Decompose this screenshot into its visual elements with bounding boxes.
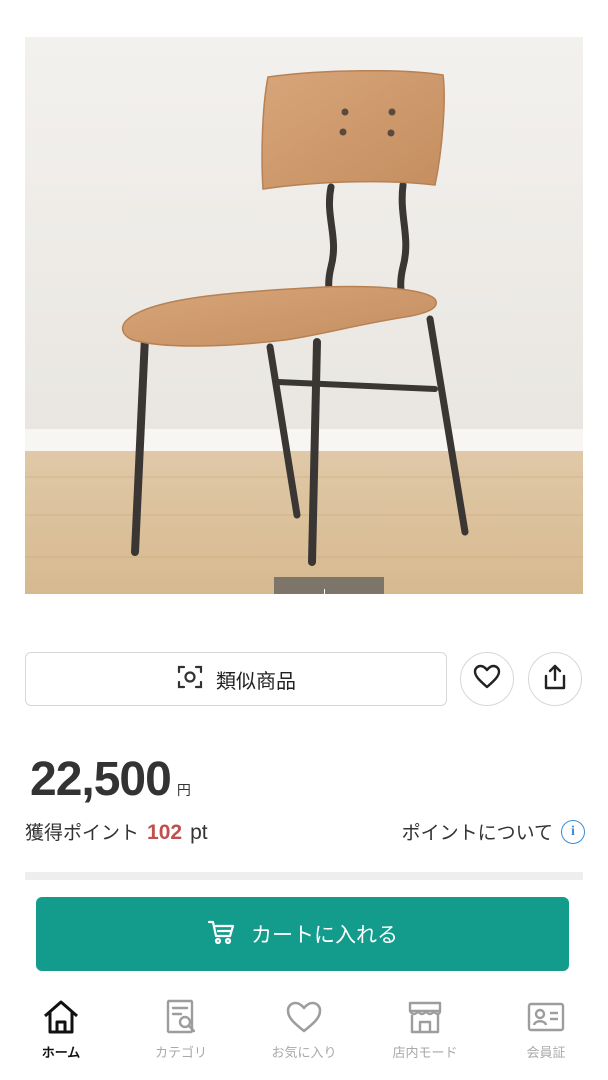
tab-store-mode[interactable]: 店内モード (370, 998, 480, 1070)
home-icon (44, 1000, 78, 1034)
section-divider (25, 872, 583, 880)
tab-favorites-label: お気に入り (271, 1046, 337, 1061)
tab-home[interactable]: ホーム (6, 998, 116, 1070)
info-icon: i (561, 819, 585, 844)
tab-category[interactable]: カテゴリ (126, 998, 236, 1070)
bottom-tab-bar: ホーム カテゴリ お気に入り 店内モード 会員証 (0, 990, 608, 1080)
favorite-button[interactable] (460, 652, 514, 706)
camera-scan-icon (176, 663, 204, 696)
tab-category-label: カテゴリ (154, 1046, 207, 1061)
price-value: 22,500 (30, 753, 172, 806)
tab-favorites[interactable]: お気に入り (249, 998, 359, 1070)
price: 22,500 円 (30, 752, 191, 807)
member-card-icon (527, 1002, 565, 1032)
tab-member-card-label: 会員証 (526, 1046, 566, 1061)
similar-items-button[interactable]: 類似商品 (25, 652, 447, 706)
earned-points-value: 102 (147, 821, 183, 844)
image-counter-divider (324, 589, 326, 594)
store-icon (408, 1001, 442, 1034)
image-counter: 1 20 (274, 577, 384, 594)
earned-points-unit: pt (190, 821, 208, 844)
tab-store-mode-label: 店内モード (392, 1046, 458, 1061)
add-to-cart-button[interactable]: カートに入れる (36, 897, 569, 971)
earned-points: 獲得ポイント 102 pt (25, 818, 208, 845)
about-points-label: ポイントについて (401, 822, 553, 844)
share-icon (541, 663, 569, 695)
heart-icon (473, 664, 501, 694)
about-points-link[interactable]: ポイントについて i (402, 818, 585, 845)
earned-points-label: 獲得ポイント (25, 822, 140, 844)
tab-member-card[interactable]: 会員証 (491, 998, 601, 1070)
product-image-gallery[interactable]: 1 20 (25, 37, 583, 594)
tab-home-label: ホーム (41, 1046, 81, 1061)
similar-items-label: 類似商品 (216, 668, 296, 693)
category-icon (166, 999, 196, 1034)
image-counter-current: 1 (297, 593, 308, 595)
share-button[interactable] (528, 652, 582, 706)
points-row: 獲得ポイント 102 pt ポイントについて i (25, 818, 585, 846)
heart-icon (286, 1001, 322, 1033)
price-unit: 円 (176, 783, 191, 799)
cart-icon (207, 919, 235, 950)
add-to-cart-label: カートに入れる (251, 923, 398, 947)
product-image (25, 37, 583, 594)
image-counter-total: 20 (338, 593, 360, 595)
